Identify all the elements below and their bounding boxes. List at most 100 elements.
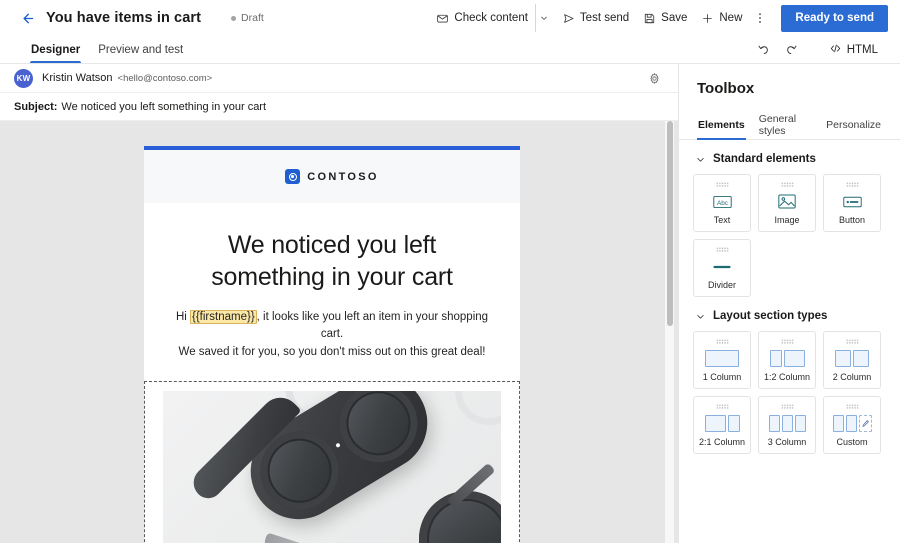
element-tile-button[interactable]: Button: [823, 174, 881, 232]
gear-icon[interactable]: [644, 68, 664, 88]
background-ring-right: [455, 390, 501, 425]
image-icon: [778, 192, 796, 211]
layout-1-2col-icon: [769, 349, 805, 368]
drag-handle-icon[interactable]: [845, 339, 859, 344]
layout-1col-icon: [705, 349, 739, 368]
test-send-label: Test send: [579, 12, 630, 24]
designer-tabstrip: Designer Preview and test HTML: [0, 36, 900, 64]
html-view-button[interactable]: HTML: [821, 37, 886, 63]
email-headline: We noticed you left something in your ca…: [168, 229, 496, 293]
drag-handle-icon[interactable]: [715, 404, 729, 409]
new-button[interactable]: New: [694, 4, 749, 32]
save-button[interactable]: Save: [636, 4, 694, 32]
email-body-line2: We saved it for you, so you don't miss o…: [178, 345, 486, 358]
drag-handle-icon[interactable]: [780, 404, 794, 409]
drag-handle-icon[interactable]: [715, 339, 729, 344]
product-photo: [163, 390, 501, 543]
layout-custom-icon: [832, 414, 872, 433]
layout-3col-icon: [768, 414, 806, 433]
earbud-socket-right: [325, 390, 433, 477]
tab-personalize[interactable]: Personalize: [819, 110, 888, 139]
divider-icon: [712, 257, 732, 276]
redo-icon[interactable]: [779, 37, 805, 63]
brand-logo: CONTOSO: [285, 169, 379, 184]
subject-value: We noticed you left something in your ca…: [61, 100, 267, 113]
status-dot-icon: [231, 15, 237, 21]
email-body-text: Hi {{firstname}}, it looks like you left…: [168, 309, 496, 361]
toolbox-tabs: Elements General styles Personalize: [679, 110, 900, 140]
check-content-caret-icon[interactable]: [534, 4, 553, 32]
email-editor-pane: KW Kristin Watson <hello@contoso.com> Su…: [0, 64, 678, 543]
drag-handle-icon[interactable]: [715, 182, 729, 187]
section-layout-section-types-title: Layout section types: [713, 310, 828, 322]
layout-tile-1-column[interactable]: 1 Column: [693, 331, 751, 389]
layout-2col-icon: [835, 349, 869, 368]
ready-to-send-button[interactable]: Ready to send: [781, 4, 888, 32]
button-icon: [842, 192, 862, 211]
test-send-button[interactable]: Test send: [555, 4, 636, 32]
drag-handle-icon[interactable]: [845, 404, 859, 409]
back-arrow-icon[interactable]: [16, 7, 38, 29]
undo-icon[interactable]: [751, 37, 777, 63]
section-layout-section-types-header[interactable]: Layout section types: [693, 310, 886, 322]
tab-elements-label: Elements: [698, 118, 745, 131]
send-icon: [562, 12, 575, 25]
tab-designer[interactable]: Designer: [22, 36, 89, 63]
email-canvas: CONTOSO We noticed you left something in…: [0, 121, 678, 543]
workspace: KW Kristin Watson <hello@contoso.com> Su…: [0, 64, 900, 543]
layout-tile-1-2-column[interactable]: 1:2 Column: [758, 331, 816, 389]
section-standard-elements-title: Standard elements: [713, 153, 816, 165]
layout-tile-3-column[interactable]: 3 Column: [758, 396, 816, 454]
canvas-scrollbar[interactable]: [665, 121, 674, 543]
email-headline-line2: something in your cart: [211, 263, 453, 291]
svg-text:Abc: Abc: [717, 199, 728, 206]
check-content-label: Check content: [454, 12, 528, 24]
sender-email: <hello@contoso.com>: [117, 72, 213, 84]
canvas-scrollbar-thumb[interactable]: [666, 121, 673, 326]
save-disk-icon: [643, 12, 656, 25]
subject-row[interactable]: Subject: We noticed you left something i…: [0, 93, 678, 121]
mail-check-icon: [436, 12, 449, 25]
layout-tile-1-2-column-label: 1:2 Column: [763, 372, 811, 382]
drag-handle-icon[interactable]: [715, 247, 729, 252]
subject-label: Subject:: [14, 100, 58, 113]
drag-handle-icon[interactable]: [780, 339, 794, 344]
layout-2-1col-icon: [704, 414, 740, 433]
sender-row: KW Kristin Watson <hello@contoso.com>: [0, 64, 678, 93]
element-tile-divider-label: Divider: [707, 280, 736, 290]
chevron-down-icon: [695, 311, 706, 322]
chevron-down-icon: [695, 154, 706, 165]
layout-tile-1-column-label: 1 Column: [702, 372, 742, 382]
email-body-line1: Hi {{firstname}}, it looks like you left…: [168, 309, 496, 344]
tab-elements[interactable]: Elements: [691, 110, 752, 140]
status-badge: Draft: [231, 12, 264, 24]
standard-elements-grid: Abc Text Image Button Divider: [693, 174, 886, 297]
body-greeting-suffix: , it looks like you left an item in your…: [256, 311, 489, 341]
tab-general-styles[interactable]: General styles: [752, 110, 819, 139]
personalization-token[interactable]: {{firstname}}: [190, 310, 257, 324]
more-options-icon[interactable]: [749, 4, 771, 32]
section-standard-elements-header[interactable]: Standard elements: [693, 153, 886, 165]
layout-tile-2-column-label: 2 Column: [832, 372, 872, 382]
element-tile-text[interactable]: Abc Text: [693, 174, 751, 232]
layout-tile-custom[interactable]: Custom: [823, 396, 881, 454]
email-headline-line1: We noticed you left: [227, 231, 437, 259]
avatar: KW: [14, 68, 33, 88]
tab-designer-label: Designer: [31, 43, 81, 56]
email-image-section-selected[interactable]: [144, 380, 520, 543]
element-tile-image[interactable]: Image: [758, 174, 816, 232]
email-text-section[interactable]: We noticed you left something in your ca…: [144, 203, 520, 381]
layout-types-grid: 1 Column 1:2 Column 2 Column 2:1 Column …: [693, 331, 886, 454]
layout-tile-2-column[interactable]: 2 Column: [823, 331, 881, 389]
plus-icon: [701, 12, 714, 25]
drag-handle-icon[interactable]: [845, 182, 859, 187]
email-logo-section[interactable]: CONTOSO: [144, 150, 520, 203]
element-tile-image-label: Image: [774, 215, 800, 225]
drag-handle-icon[interactable]: [780, 182, 794, 187]
layout-tile-2-1-column[interactable]: 2:1 Column: [693, 396, 751, 454]
contoso-logo-icon: [285, 169, 301, 184]
element-tile-divider[interactable]: Divider: [693, 239, 751, 297]
check-content-button[interactable]: Check content: [429, 4, 535, 32]
section-layout-section-types: Layout section types 1 Column 1:2 Column…: [679, 297, 900, 454]
tab-preview-and-test[interactable]: Preview and test: [89, 36, 192, 63]
